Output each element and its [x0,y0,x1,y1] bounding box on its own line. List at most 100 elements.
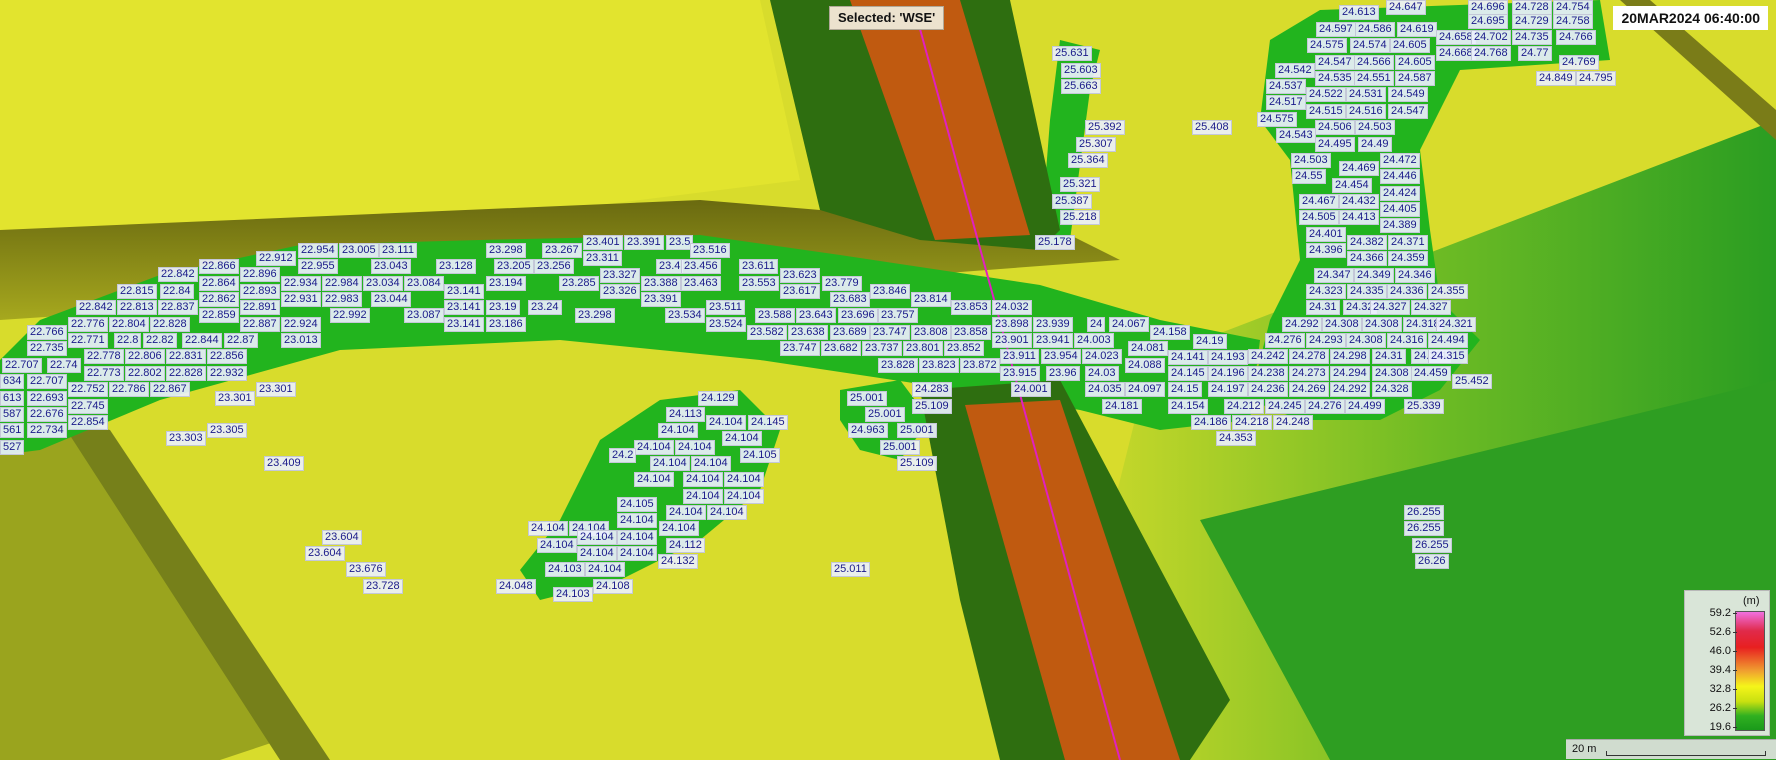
wse-value-label[interactable]: 24.278 [1289,349,1329,364]
wse-value-label[interactable]: 22.786 [109,382,149,397]
wse-value-label[interactable]: 23.582 [747,325,787,340]
wse-value-label[interactable]: 23.643 [796,308,836,323]
wse-value-label[interactable]: 24.506 [1315,120,1355,135]
wse-value-label[interactable]: 24.308 [1362,317,1402,332]
wse-value-label[interactable]: 24.516 [1346,104,1386,119]
wse-value-label[interactable]: 22.866 [199,259,239,274]
map-viewport[interactable]: 24.613 24.647 24.696 24.728 24.754 24.597 24.5… [0,0,1776,760]
wse-value-label[interactable]: 22.854 [68,415,108,430]
wse-value-label[interactable]: 24.103 [545,562,585,577]
wse-value-label[interactable]: 24.308 [1372,366,1412,381]
wse-value-label[interactable]: 23.638 [788,325,828,340]
wse-value-label[interactable]: 24.517 [1266,95,1306,110]
wse-value-label[interactable]: 24.355 [1428,284,1468,299]
wse-value-label[interactable]: 24.347 [1314,268,1354,283]
wse-value-label[interactable]: 24.105 [617,497,657,512]
wse-value-label[interactable]: 22.891 [240,300,280,315]
wse-value-label[interactable]: 23.043 [371,259,411,274]
wse-value-label[interactable]: 23.901 [992,333,1032,348]
wse-value-label[interactable]: 24.469 [1339,161,1379,176]
wse-value-label[interactable]: 23.808 [911,325,951,340]
wse-value-label[interactable]: 23.801 [903,341,943,356]
wse-value-label[interactable]: 23.954 [1041,349,1081,364]
wse-value-label[interactable]: 23.872 [960,358,1000,373]
wse-value-label[interactable]: 25.408 [1192,120,1232,135]
wse-value-label[interactable]: 23.285 [559,276,599,291]
wse-value-label[interactable]: 22.815 [117,284,157,299]
wse-value-label[interactable]: 23.553 [739,276,779,291]
wse-value-label[interactable]: 24.505 [1299,210,1339,225]
wse-value-label[interactable]: 24.515 [1306,104,1346,119]
wse-value-label[interactable]: 25.001 [865,407,905,422]
wse-value-label[interactable]: 22.734 [27,423,67,438]
wse-value-label[interactable]: 24.547 [1315,55,1355,70]
wse-value-label[interactable]: 23.737 [862,341,902,356]
wse-value-label[interactable]: 24.003 [1074,333,1114,348]
wse-value-label[interactable]: 24.154 [1168,399,1208,414]
wse-value-label[interactable]: 24.035 [1085,382,1125,397]
wse-value-label[interactable]: 24.401 [1306,227,1346,242]
wse-value-label[interactable]: 24.754 [1553,0,1593,15]
wse-value-label[interactable]: 23.141 [444,284,484,299]
wse-value-label[interactable]: 22.773 [84,366,124,381]
wse-value-label[interactable]: 23.779 [822,276,862,291]
wse-value-label[interactable]: 23.013 [281,333,321,348]
wse-value-label[interactable]: 23.194 [486,276,526,291]
wse-value-label[interactable]: 25.001 [847,391,887,406]
wse-value-label[interactable]: 24.432 [1339,194,1379,209]
wse-value-label[interactable]: 24.336 [1387,284,1427,299]
wse-value-label[interactable]: 22.828 [150,317,190,332]
wse-value-label[interactable]: 24.269 [1289,382,1329,397]
wse-value-label[interactable]: 25.339 [1404,399,1444,414]
wse-value-label[interactable]: 24.454 [1332,178,1372,193]
wse-value-label[interactable]: 24.335 [1347,284,1387,299]
wse-value-label[interactable]: 24.315 [1428,349,1468,364]
wse-value-label[interactable]: 24.575 [1257,112,1297,127]
wse-value-label[interactable]: 24.586 [1355,22,1395,37]
wse-value-label[interactable]: 24.104 [634,440,674,455]
wse-value-label[interactable]: 24.542 [1275,63,1315,78]
wse-value-label[interactable]: 24.647 [1386,0,1426,15]
wse-value-label[interactable]: 24.108 [593,579,633,594]
wse-value-label[interactable]: 26.255 [1404,505,1444,520]
wse-value-label[interactable]: 23.611 [739,259,778,274]
wse-value-label[interactable]: 22.828 [166,366,206,381]
wse-value-label[interactable]: 24.104 [724,489,764,504]
wse-value-label[interactable]: 22.776 [68,317,108,332]
wse-value-label[interactable]: 24.104 [683,489,723,504]
wse-value-label[interactable]: 24.104 [658,423,698,438]
wse-value-label[interactable]: 24.531 [1346,87,1386,102]
wse-value-label[interactable]: 22.955 [298,259,338,274]
wse-value-label[interactable]: 22.893 [240,284,280,299]
wse-value-label[interactable]: 23.689 [830,325,870,340]
wse-value-label[interactable]: 24.105 [740,448,780,463]
wse-value-label[interactable]: 24.212 [1224,399,1264,414]
wse-value-label[interactable]: 25.387 [1052,194,1092,209]
wse-value-label[interactable]: 25.392 [1085,120,1125,135]
wse-value-label[interactable]: 24.2 [609,448,637,463]
wse-value-label[interactable]: 23.186 [486,317,526,332]
wse-value-label[interactable]: 25.452 [1452,374,1492,389]
wse-value-label[interactable]: 24.849 [1536,71,1576,86]
wse-value-label[interactable]: 24.49 [1358,137,1392,152]
wse-value-label[interactable]: 24.104 [617,530,657,545]
wse-value-label[interactable]: 23.898 [992,317,1032,332]
wse-value-label[interactable]: 24.112 [666,538,705,553]
wse-value-label[interactable]: 24.283 [912,382,952,397]
wse-value-label[interactable]: 24.276 [1305,399,1345,414]
wse-value-label[interactable]: 24.236 [1248,382,1288,397]
wse-value-label[interactable]: 561 [0,423,25,438]
wse-value-label[interactable]: 22.931 [281,292,321,307]
wse-value-label[interactable]: 24.353 [1216,431,1256,446]
wse-value-label[interactable]: 22.992 [330,308,370,323]
wse-value-label[interactable]: 24.104 [683,472,723,487]
wse-value-label[interactable]: 24.308 [1322,317,1362,332]
wse-value-label[interactable]: 24.494 [1428,333,1468,348]
wse-value-label[interactable]: 24.424 [1380,186,1420,201]
wse-value-label[interactable]: 24.104 [577,530,617,545]
wse-value-label[interactable]: 24.366 [1347,251,1387,266]
wse-value-label[interactable]: 24.328 [1372,382,1412,397]
wse-value-label[interactable]: 23.141 [444,317,484,332]
wse-value-label[interactable]: 24.048 [496,579,536,594]
wse-value-label[interactable]: 24.103 [553,587,593,602]
